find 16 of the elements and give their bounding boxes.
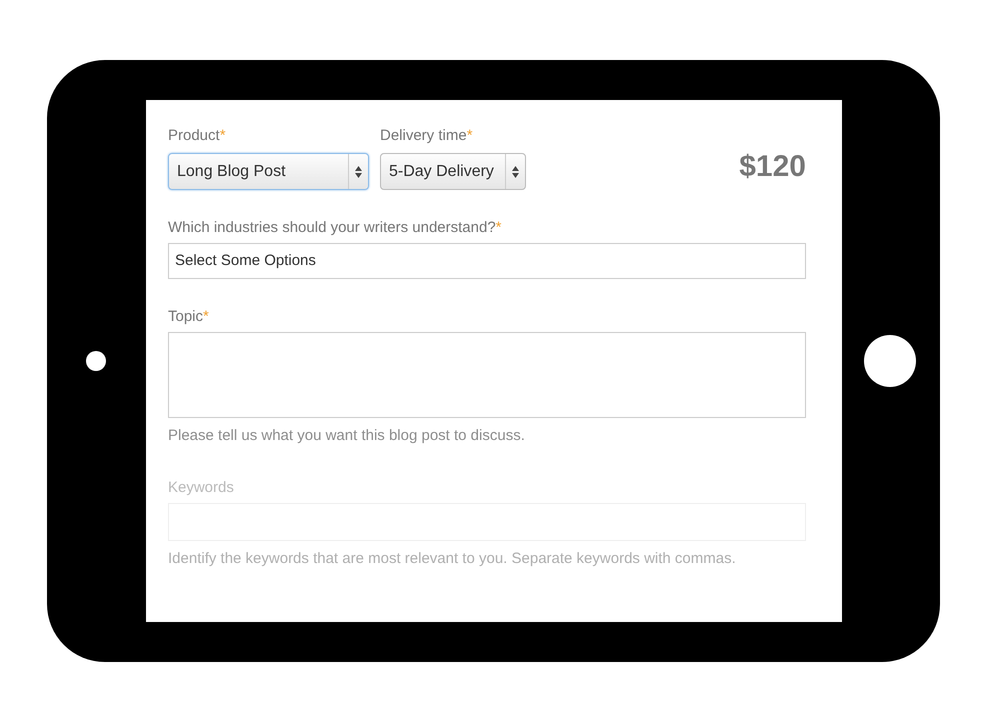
topic-textarea[interactable] [168,332,806,418]
camera-dot [86,351,106,371]
sort-arrows-icon [512,166,519,178]
options-field[interactable]: Select Some Options [168,243,806,279]
field-label: Product* [168,127,226,145]
home-button[interactable] [864,335,916,387]
product-select[interactable]: Long Blog Post [168,153,369,190]
field-label: Delivery time* [380,127,473,145]
field-label: Which industries should your writers understand?* [168,219,502,237]
help-text: Please tell us what you want this blog post to discuss. [168,426,526,446]
delivery-select[interactable]: 5-Day Delivery [380,153,526,190]
price-text: $120 [739,149,806,185]
help-text: Identify the keywords that are most relevant to you. Separate keywords with commas. [168,549,737,569]
field-label: Keywords [168,479,234,497]
field-label: Topic* [168,308,209,326]
sort-arrows-icon [355,166,362,178]
